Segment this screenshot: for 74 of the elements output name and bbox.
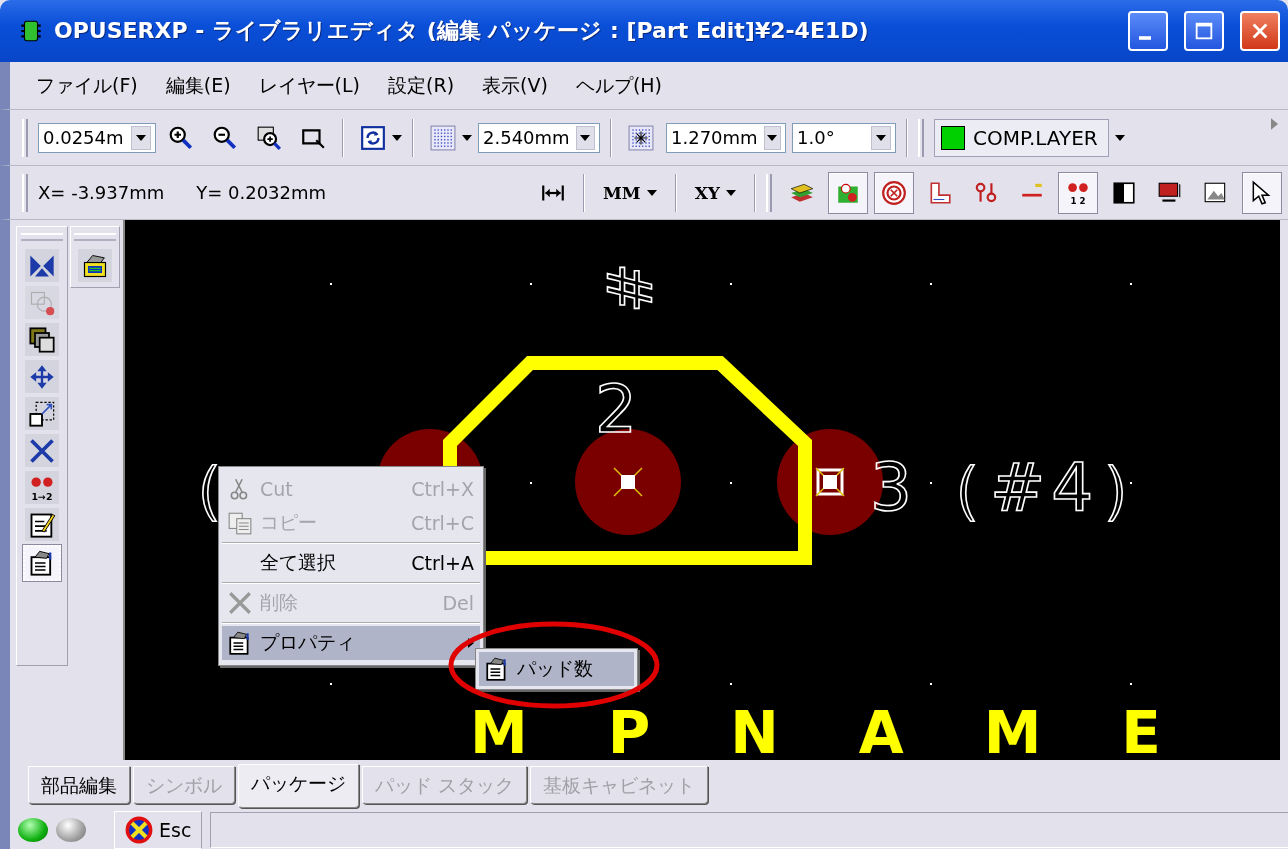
menu-item[interactable]: 全て選択 Ctrl+A xyxy=(222,546,480,580)
pad-label: 2 xyxy=(595,371,637,448)
pad-label: 3（#4） xyxy=(870,449,1172,526)
maximize-button[interactable] xyxy=(1184,11,1224,51)
tool-button[interactable] xyxy=(25,323,59,356)
grid-icon xyxy=(430,124,456,151)
caret-icon[interactable] xyxy=(392,134,402,141)
maximize-icon xyxy=(1193,20,1215,42)
layer-tool-button[interactable] xyxy=(874,171,914,214)
menu-item[interactable]: レイヤー(L) xyxy=(244,68,375,103)
grid-size-dropdown[interactable]: 2.540mm xyxy=(478,122,600,153)
submenu-arrow-icon xyxy=(468,638,474,648)
snap-size-dropdown[interactable]: 1.270mm xyxy=(666,122,786,153)
tab[interactable]: 部品編集 xyxy=(28,766,130,804)
panel-grip[interactable] xyxy=(74,233,116,241)
layer-selector[interactable]: COMP.LAYER xyxy=(934,118,1109,157)
escape-button[interactable]: Esc xyxy=(114,810,203,849)
tool-button[interactable] xyxy=(23,545,61,581)
dropdown-caret-icon[interactable] xyxy=(876,134,886,141)
layer-tool-button[interactable] xyxy=(1242,171,1282,214)
tool-button[interactable] xyxy=(25,360,59,393)
layer-tool-button[interactable]: 1 2 xyxy=(1058,171,1098,214)
minimize-icon xyxy=(1139,36,1151,40)
coordinate-mode-dropdown[interactable]: XY xyxy=(686,176,744,209)
menu-item[interactable]: パッド数 xyxy=(479,652,634,686)
layer-tool-icon xyxy=(881,179,907,206)
tool-button[interactable] xyxy=(25,434,59,467)
menu-icon xyxy=(227,510,253,536)
snap-grid-icon xyxy=(628,124,654,151)
app-icon xyxy=(18,18,44,44)
menu-item[interactable]: ファイル(F) xyxy=(22,68,152,103)
tab[interactable]: パッケージ xyxy=(238,764,359,808)
part-name: MPNAME xyxy=(470,699,1241,760)
tool-button[interactable] xyxy=(25,397,59,430)
x-coordinate: X= -3.937mm xyxy=(38,182,165,203)
angle-dropdown[interactable]: 1.0° xyxy=(792,122,896,153)
y-coordinate: Y= 0.2032mm xyxy=(196,182,327,203)
toolbar-grip[interactable] xyxy=(766,173,772,212)
tool-button[interactable] xyxy=(25,508,59,541)
toolbar-grip[interactable] xyxy=(918,118,924,157)
toolbar-grip[interactable] xyxy=(22,173,28,212)
menu-item[interactable]: 編集(E) xyxy=(151,68,245,103)
menu-item[interactable]: プロパティ xyxy=(222,626,480,660)
tool-icon xyxy=(28,399,56,428)
zoom-step-dropdown[interactable]: 0.0254m xyxy=(38,122,156,153)
dropdown-caret-icon[interactable] xyxy=(767,134,778,141)
dropdown-caret-icon[interactable] xyxy=(136,134,146,141)
close-button[interactable] xyxy=(1240,11,1280,51)
layer-tool-icon xyxy=(1111,179,1137,206)
tool-icon xyxy=(28,436,56,465)
dropdown-caret-icon[interactable] xyxy=(726,189,736,196)
overflow-arrow-icon[interactable] xyxy=(1271,118,1278,130)
dropdown-caret-icon[interactable] xyxy=(580,134,591,141)
window-title: OPUSERXP - ライブラリエディタ (編集 パッケージ : [Part Edit]¥2-4E1D) xyxy=(54,17,870,45)
package-tool-button[interactable] xyxy=(78,249,112,282)
cancel-icon xyxy=(125,815,153,844)
zoom-in-icon xyxy=(168,124,194,151)
menu-item[interactable]: ヘルプ(H) xyxy=(561,68,676,103)
minimize-button[interactable] xyxy=(1128,11,1168,51)
redraw-icon xyxy=(360,124,386,151)
zoom-out-icon xyxy=(212,124,238,151)
zoom-window-icon xyxy=(256,124,282,151)
caret-icon[interactable] xyxy=(462,134,472,141)
tool-icon xyxy=(28,325,56,354)
menu-item[interactable]: 設定(R) xyxy=(374,68,469,103)
dropdown-caret-icon[interactable] xyxy=(646,189,657,196)
pad-label: # xyxy=(594,262,664,314)
tool-button[interactable] xyxy=(25,249,59,282)
menu-icon xyxy=(227,590,253,616)
caret-icon[interactable] xyxy=(1114,134,1125,141)
toolbar-grip[interactable] xyxy=(22,118,28,157)
menu-item[interactable]: 表示(V) xyxy=(468,68,562,103)
panel-grip[interactable] xyxy=(21,233,63,241)
unit-dropdown[interactable]: MM xyxy=(595,176,665,209)
